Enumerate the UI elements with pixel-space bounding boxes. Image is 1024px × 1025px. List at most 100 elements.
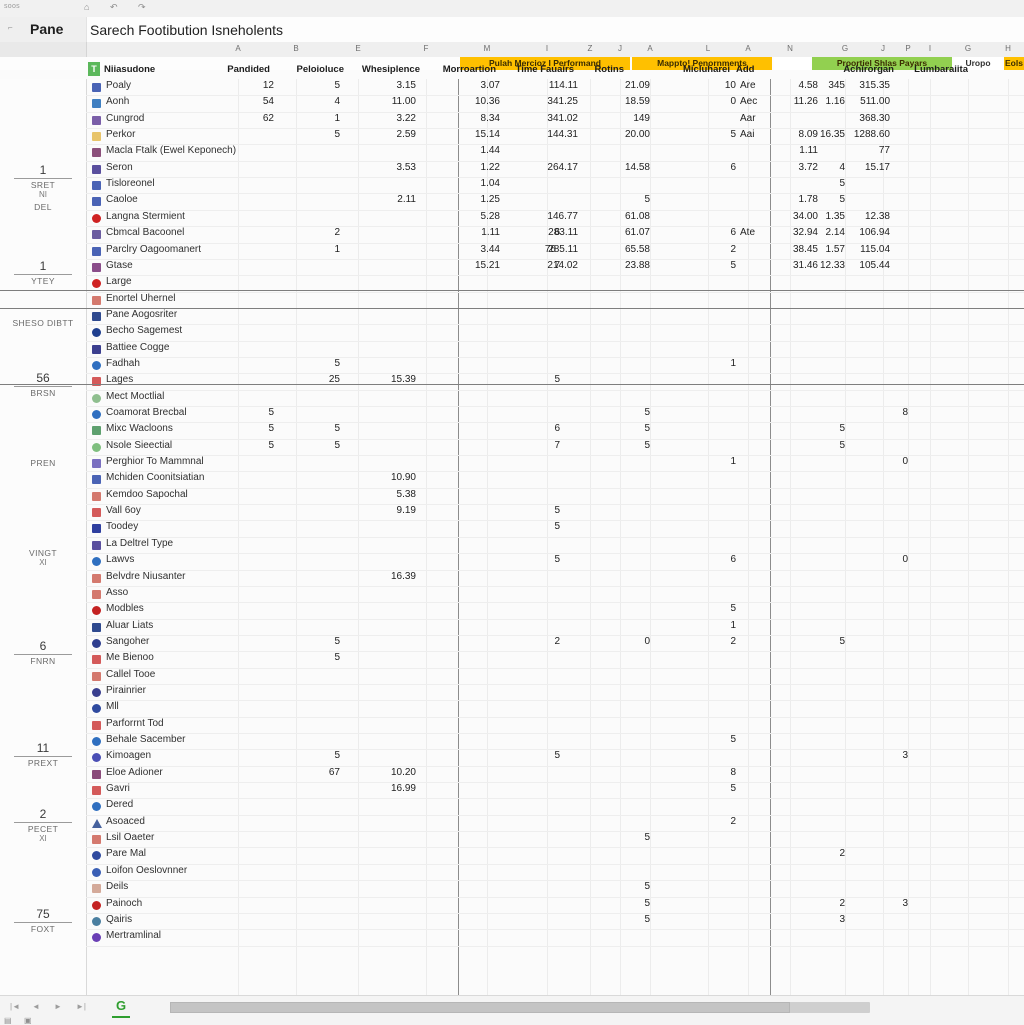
- cell-value[interactable]: 8: [846, 407, 908, 418]
- cell-value[interactable]: 8.34: [438, 113, 500, 124]
- cell-value[interactable]: 2: [674, 816, 736, 827]
- cell-value[interactable]: 10.20: [354, 767, 416, 778]
- table-row[interactable]: La Deltrel Type: [86, 537, 1024, 553]
- cell-value[interactable]: Aar: [740, 113, 774, 124]
- cell-value[interactable]: 61.08: [588, 211, 650, 222]
- cell-value[interactable]: 11.00: [354, 96, 416, 107]
- table-row[interactable]: Becho Sagemest: [86, 324, 1024, 340]
- cell-value[interactable]: 1: [674, 620, 736, 631]
- cell-value[interactable]: 106.94: [828, 227, 890, 238]
- cell-value[interactable]: 5: [498, 521, 560, 532]
- cell-value[interactable]: 1.11: [756, 145, 818, 156]
- cell-value[interactable]: 62: [212, 113, 274, 124]
- table-row[interactable]: Macla Ftalk (Ewel Keponech) 1.44 1.11 77: [86, 144, 1024, 160]
- column-letter-5[interactable]: I: [533, 44, 561, 53]
- nav-first-icon[interactable]: |◄: [10, 1002, 20, 1011]
- cell-value[interactable]: 5: [674, 734, 736, 745]
- cell-value[interactable]: 5.38: [354, 489, 416, 500]
- table-row[interactable]: Lages 25 15.39 5: [86, 373, 1024, 389]
- table-row[interactable]: Parforrnt Tod: [86, 717, 1024, 733]
- cell-value[interactable]: 3.53: [354, 162, 416, 173]
- column-letter-15[interactable]: I: [916, 44, 944, 53]
- redo-icon[interactable]: ↷: [138, 2, 146, 13]
- cell-value[interactable]: 5: [278, 80, 340, 91]
- cell-value[interactable]: 5: [588, 898, 650, 909]
- cell-value[interactable]: 146.77: [516, 211, 578, 222]
- cell-value[interactable]: 6: [674, 227, 736, 238]
- cell-value[interactable]: 5: [588, 194, 650, 205]
- cell-value[interactable]: 5: [278, 652, 340, 663]
- cell-value[interactable]: 12: [212, 80, 274, 91]
- column-letter-0[interactable]: A: [224, 44, 252, 53]
- cell-value[interactable]: 6: [498, 423, 560, 434]
- table-row[interactable]: Callel Tooe: [86, 668, 1024, 684]
- table-row[interactable]: Behale Sacember 5: [86, 733, 1024, 749]
- scrollbar-thumb[interactable]: [170, 1002, 790, 1013]
- cell-value[interactable]: 54: [212, 96, 274, 107]
- cell-value[interactable]: 4: [278, 96, 340, 107]
- cell-value[interactable]: 105.44: [828, 260, 890, 271]
- column-letter-17[interactable]: H: [994, 44, 1022, 53]
- table-row[interactable]: Qairis 5 3: [86, 913, 1024, 929]
- cell-value[interactable]: 8: [674, 767, 736, 778]
- cell-value[interactable]: 9.19: [354, 505, 416, 516]
- column-letter-11[interactable]: N: [776, 44, 804, 53]
- table-row[interactable]: Mchiden Coonitsiatian 10.90: [86, 471, 1024, 487]
- nav-prev-icon[interactable]: ◄: [32, 1002, 40, 1011]
- table-row[interactable]: Tisloreonel 1.04 5: [86, 177, 1024, 193]
- column-letter-3[interactable]: F: [412, 44, 440, 53]
- column-letter-7[interactable]: J: [606, 44, 634, 53]
- table-row[interactable]: Deils 5: [86, 880, 1024, 896]
- table-row[interactable]: Nsole Sieectial 5 5 7 5 5: [86, 439, 1024, 455]
- table-row[interactable]: Caoloe 2.11 1.25 5 1.78 5: [86, 193, 1024, 209]
- cell-value[interactable]: 511.00: [828, 96, 890, 107]
- cell-value[interactable]: 61.07: [588, 227, 650, 238]
- cell-value[interactable]: 5: [212, 407, 274, 418]
- cell-value[interactable]: 23.88: [588, 260, 650, 271]
- table-row[interactable]: Vall 6oy 9.19 5: [86, 504, 1024, 520]
- cell-value[interactable]: 10.90: [354, 472, 416, 483]
- cell-value[interactable]: 1288.60: [828, 129, 890, 140]
- cell-value[interactable]: 5: [278, 440, 340, 451]
- table-row[interactable]: Pane Aogosriter: [86, 308, 1024, 324]
- table-row[interactable]: Enortel Uhernel: [86, 292, 1024, 308]
- cell-value[interactable]: 20.00: [588, 129, 650, 140]
- nav-next-icon[interactable]: ►: [54, 1002, 62, 1011]
- cell-value[interactable]: 5: [278, 129, 340, 140]
- cell-value[interactable]: 14.58: [588, 162, 650, 173]
- table-row[interactable]: Mixc Wacloons 5 5 6 5 5: [86, 422, 1024, 438]
- cell-value[interactable]: 15.21: [438, 260, 500, 271]
- cell-value[interactable]: 315.35: [828, 80, 890, 91]
- table-row[interactable]: Sangoher 5 2 0 2 5: [86, 635, 1024, 651]
- table-row[interactable]: Kemdoo Sapochal 5.38: [86, 488, 1024, 504]
- table-row[interactable]: Parclry Oagoomanert 1 3.44 76 285.11 65.58 2 38…: [86, 243, 1024, 259]
- cell-value[interactable]: 5: [588, 440, 650, 451]
- table-row[interactable]: Toodey 5: [86, 520, 1024, 536]
- cell-value[interactable]: 2: [498, 636, 560, 647]
- cell-value[interactable]: 2.59: [354, 129, 416, 140]
- cell-value[interactable]: 1.44: [438, 145, 500, 156]
- column-letter-10[interactable]: A: [734, 44, 762, 53]
- cell-value[interactable]: 2.11: [354, 194, 416, 205]
- cell-value[interactable]: 5: [278, 636, 340, 647]
- cell-value[interactable]: 5: [498, 554, 560, 565]
- table-row[interactable]: Battiee Cogge: [86, 341, 1024, 357]
- cell-value[interactable]: 341.25: [516, 96, 578, 107]
- cell-value[interactable]: 77: [828, 145, 890, 156]
- cell-value[interactable]: 5: [588, 914, 650, 925]
- table-row[interactable]: Dered: [86, 798, 1024, 814]
- column-letter-8[interactable]: A: [636, 44, 664, 53]
- table-row[interactable]: Kimoagen 5 5 3: [86, 749, 1024, 765]
- table-row[interactable]: Eloe Adioner 67 10.20 8: [86, 766, 1024, 782]
- column-letter-6[interactable]: Z: [576, 44, 604, 53]
- cell-value[interactable]: 65.58: [588, 244, 650, 255]
- cell-value[interactable]: 16.99: [354, 783, 416, 794]
- column-letter-9[interactable]: L: [694, 44, 722, 53]
- cell-value[interactable]: 5: [588, 423, 650, 434]
- table-row[interactable]: Painoch 5 2 3: [86, 897, 1024, 913]
- column-letter-13[interactable]: J: [869, 44, 897, 53]
- cell-value[interactable]: 3.07: [438, 80, 500, 91]
- table-row[interactable]: Modbles 5: [86, 602, 1024, 618]
- table-row[interactable]: Lawvs 5 6 0: [86, 553, 1024, 569]
- cell-value[interactable]: 5: [498, 505, 560, 516]
